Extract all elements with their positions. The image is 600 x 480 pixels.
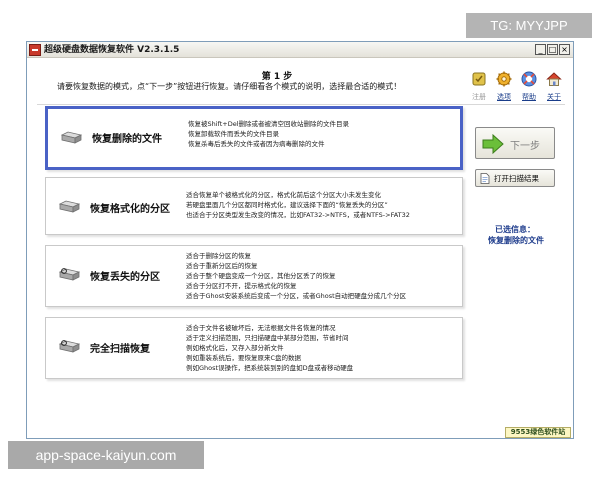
site-badge: 9553绿色软件站	[505, 427, 571, 438]
option-description-line: 恢复被Shift+Del删除或者被清空回收站删除的文件目录	[188, 120, 350, 128]
selection-info-value: 恢复删除的文件	[488, 236, 544, 245]
next-step-button[interactable]: 下一步	[475, 127, 555, 159]
option-full-scan-recovery[interactable]: 完全扫描恢复 适合于文件名被破坏后，无法根据文件名恢复的情况 适于定义扫描范围，…	[45, 317, 463, 379]
help-icon	[521, 71, 537, 87]
option-recover-formatted-partition[interactable]: 恢复格式化的分区 适合恢复单个被格式化的分区，格式化前后这个分区大小未发生变化 …	[45, 177, 463, 235]
option-description: 适合恢复单个被格式化的分区，格式化前后这个分区大小未发生变化 若硬盘里面几个分区…	[186, 190, 410, 220]
header-divider	[37, 104, 565, 105]
option-description-line: 适合于文件名被破坏后，无法根据文件名恢复的情况	[186, 324, 336, 332]
option-description-line: 适合于删除分区的恢复	[186, 252, 251, 260]
option-description-line: 也适合于分区类型发生改变的情况，比如FAT32->NTFS，或者NTFS->FA…	[186, 211, 410, 219]
option-title: 完全扫描恢复	[90, 344, 150, 355]
option-description-line: 若硬盘里面几个分区都同时格式化，建议选择下面的“恢复丢失的分区”	[186, 201, 388, 209]
option-description-line: 例如重装系统后，要恢复原来C盘的数据	[186, 354, 302, 362]
open-scan-results-button[interactable]: 打开扫描结果	[475, 169, 555, 187]
option-description-line: 适合于Ghost安装系统后变成一个分区，或者Ghost自动把硬盘分成几个分区	[186, 292, 407, 300]
option-recover-deleted-files[interactable]: 恢复删除的文件 恢复被Shift+Del删除或者被清空回收站删除的文件目录 恢复…	[45, 106, 463, 170]
watermark-top: TG: MYYJPP	[466, 13, 592, 38]
close-button[interactable]: ×	[559, 44, 570, 55]
option-description-line: 适合恢复单个被格式化的分区，格式化前后这个分区大小未发生变化	[186, 191, 381, 199]
hard-disk-icon	[60, 131, 82, 144]
option-description-line: 适合于重新分区后的恢复	[186, 262, 258, 270]
option-description: 恢复被Shift+Del删除或者被清空回收站删除的文件目录 恢复卸载软件而丢失的…	[188, 119, 349, 149]
about-home-icon	[546, 72, 562, 86]
window-title: 超级硬盘数据恢复软件 V2.3.1.5	[44, 45, 180, 55]
wizard-content: 第 1 步 请要恢复数据的模式，点“下一步”按钮进行恢复。请仔细看各个模式的说明…	[27, 59, 573, 438]
toolbar-register[interactable]: 注册	[467, 69, 491, 107]
option-title: 恢复删除的文件	[92, 134, 162, 145]
option-description: 适合于删除分区的恢复 适合于重新分区后的恢复 适合于整个硬盘变成一个分区，其他分…	[186, 251, 406, 301]
option-description-line: 适于定义扫描范围，只扫描硬盘中某部分范围，节省时间	[186, 334, 349, 342]
options-gear-icon	[496, 71, 512, 87]
register-icon	[472, 72, 486, 86]
option-description-line: 恢复杀毒后丢失的文件或者因为病毒删除的文件	[188, 140, 325, 148]
document-icon	[480, 173, 490, 184]
maximize-button[interactable]: □	[547, 44, 558, 55]
hard-disk-scan-icon	[58, 340, 80, 353]
toolbar: 注册 选项 帮助 关于	[467, 69, 567, 107]
step-description: 请要恢复数据的模式，点“下一步”按钮进行恢复。请仔细看各个模式的说明，选择最合适…	[57, 82, 402, 91]
option-title: 恢复格式化的分区	[90, 204, 170, 215]
app-icon	[29, 44, 41, 56]
arrow-right-icon	[482, 134, 504, 154]
toolbar-register-label: 注册	[472, 93, 486, 101]
option-description-line: 恢复卸载软件而丢失的文件目录	[188, 130, 279, 138]
option-title: 恢复丢失的分区	[90, 272, 160, 283]
option-description-line: 适合于整个硬盘变成一个分区，其他分区丢了的恢复	[186, 272, 336, 280]
toolbar-about[interactable]: 关于	[542, 69, 566, 107]
toolbar-options[interactable]: 选项	[492, 69, 516, 107]
toolbar-help[interactable]: 帮助	[517, 69, 541, 107]
selection-info-title: 已选信息：	[495, 225, 535, 234]
toolbar-about-label: 关于	[547, 93, 561, 101]
hard-disk-search-icon	[58, 268, 80, 281]
option-description-line: 例如格式化后，又存入部分新文件	[186, 344, 284, 352]
toolbar-help-label: 帮助	[522, 93, 536, 101]
next-step-label: 下一步	[510, 141, 540, 152]
toolbar-options-label: 选项	[497, 93, 511, 101]
title-bar[interactable]: 超级硬盘数据恢复软件 V2.3.1.5 _ □ ×	[27, 42, 573, 58]
option-description: 适合于文件名被破坏后，无法根据文件名恢复的情况 适于定义扫描范围，只扫描硬盘中某…	[186, 323, 353, 373]
app-window: 超级硬盘数据恢复软件 V2.3.1.5 _ □ × 第 1 步 请要恢复数据的模…	[26, 41, 574, 439]
option-description-line: 例如Ghost误操作，把系统装到别的盘如D盘或者移动硬盘	[186, 364, 354, 372]
minimize-button[interactable]: _	[535, 44, 546, 55]
watermark-bottom: app-space-kaiyun.com	[8, 441, 204, 469]
open-scan-results-label: 打开扫描结果	[494, 174, 539, 183]
hard-disk-icon	[58, 200, 80, 213]
option-recover-lost-partition[interactable]: 恢复丢失的分区 适合于删除分区的恢复 适合于重新分区后的恢复 适合于整个硬盘变成…	[45, 245, 463, 307]
option-description-line: 适合于分区打不开，提示格式化的恢复	[186, 282, 297, 290]
